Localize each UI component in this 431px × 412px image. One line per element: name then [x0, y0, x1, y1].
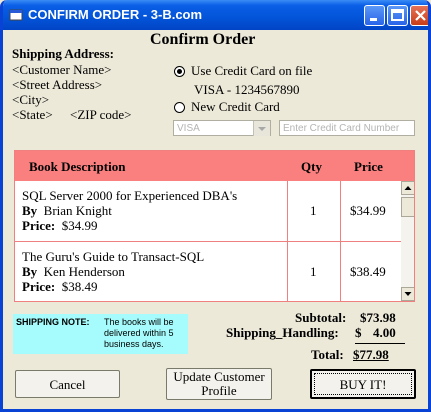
book-price: $34.99 [61, 218, 98, 233]
title-bar[interactable]: CONFIRM ORDER - 3-B.com [3, 0, 428, 30]
minimize-button[interactable] [364, 5, 385, 26]
shipping-note-label: SHIPPING NOTE: [16, 317, 90, 327]
scroll-down-button[interactable] [401, 287, 414, 301]
grid-divider [15, 241, 401, 242]
shipping-handling-value: 4.00 [373, 325, 396, 340]
card-type-select[interactable]: VISA [173, 120, 271, 136]
by-label: By [22, 203, 38, 218]
shipping-note: SHIPPING NOTE: The books will be deliver… [13, 314, 188, 354]
order-items-grid: Book Description Qty Price SQL Server 20… [14, 150, 415, 302]
update-customer-profile-button[interactable]: Update Customer Profile [166, 368, 272, 400]
book-author: Ken Henderson [43, 264, 125, 279]
shipping-currency: $ [355, 325, 362, 340]
book-price: $38.49 [61, 279, 98, 294]
shipping-handling-label: Shipping_Handling: [226, 325, 339, 340]
header-price: Price [354, 159, 383, 174]
row-price: $34.99 [350, 203, 386, 218]
app-icon [9, 8, 23, 22]
city: <City> [12, 92, 50, 107]
total-separator [355, 343, 405, 344]
by-label: By [22, 264, 38, 279]
buy-it-button[interactable]: BUY IT! [310, 369, 416, 399]
total-value: $77.98 [353, 347, 389, 362]
book-title: The Guru's Guide to Transact-SQL [22, 249, 205, 264]
page-title: Confirm Order [150, 31, 256, 48]
book-title: SQL Server 2000 for Experienced DBA's [22, 188, 238, 203]
total-label: Total: [311, 347, 344, 362]
price-label: Price: [22, 218, 56, 233]
confirm-order-window: CONFIRM ORDER - 3-B.com Confirm Order Sh… [0, 0, 431, 412]
street-address: <Street Address> [12, 77, 103, 92]
subtotal-label: Subtotal: [295, 310, 347, 325]
book-author: Brian Knight [43, 203, 112, 218]
use-card-on-file-radio[interactable] [174, 66, 185, 77]
use-card-on-file-label[interactable]: Use Credit Card on file [191, 63, 312, 79]
grid-header: Book Description Qty Price [15, 151, 414, 181]
cancel-button[interactable]: Cancel [15, 370, 120, 398]
grid-scrollbar[interactable] [401, 181, 414, 301]
update-profile-label-line2: Profile [201, 383, 237, 398]
focus-ring [314, 373, 412, 395]
card-number-input[interactable]: Enter Credit Card Number [279, 120, 415, 136]
minimize-icon [370, 18, 377, 21]
customer-name: <Customer Name> [12, 62, 112, 77]
card-on-file-number: VISA - 1234567890 [194, 82, 300, 97]
close-button[interactable] [410, 5, 428, 26]
zip-code: <ZIP code> [70, 107, 132, 122]
row-qty: 1 [310, 203, 317, 218]
chevron-down-icon[interactable] [253, 121, 270, 136]
header-book-description: Book Description [29, 159, 126, 174]
close-icon [415, 10, 426, 21]
table-row[interactable]: SQL Server 2000 for Experienced DBA's By… [15, 181, 399, 241]
header-qty: Qty [301, 159, 322, 174]
subtotal-value: $73.98 [360, 310, 396, 325]
scroll-up-button[interactable] [401, 181, 414, 195]
maximize-button[interactable] [387, 5, 408, 26]
shipping-note-text: The books will be delivered within 5 bus… [104, 317, 174, 349]
arrow-up-icon [404, 186, 412, 190]
price-label: Price: [22, 279, 56, 294]
window-title: CONFIRM ORDER - 3-B.com [28, 7, 203, 22]
shipping-address-label: Shipping Address: [12, 46, 115, 61]
table-row[interactable]: The Guru's Guide to Transact-SQL By Ken … [15, 242, 399, 301]
card-type-value: VISA [177, 123, 200, 134]
row-price: $38.49 [350, 264, 386, 279]
arrow-down-icon [404, 292, 412, 296]
state: <State> [12, 107, 53, 122]
maximize-icon [391, 9, 404, 21]
new-credit-card-radio[interactable] [174, 102, 185, 113]
row-qty: 1 [310, 264, 317, 279]
scroll-thumb[interactable] [401, 197, 414, 217]
new-credit-card-label[interactable]: New Credit Card [191, 99, 280, 115]
update-profile-label-line1: Update Customer [173, 369, 265, 384]
cancel-label: Cancel [49, 377, 86, 392]
